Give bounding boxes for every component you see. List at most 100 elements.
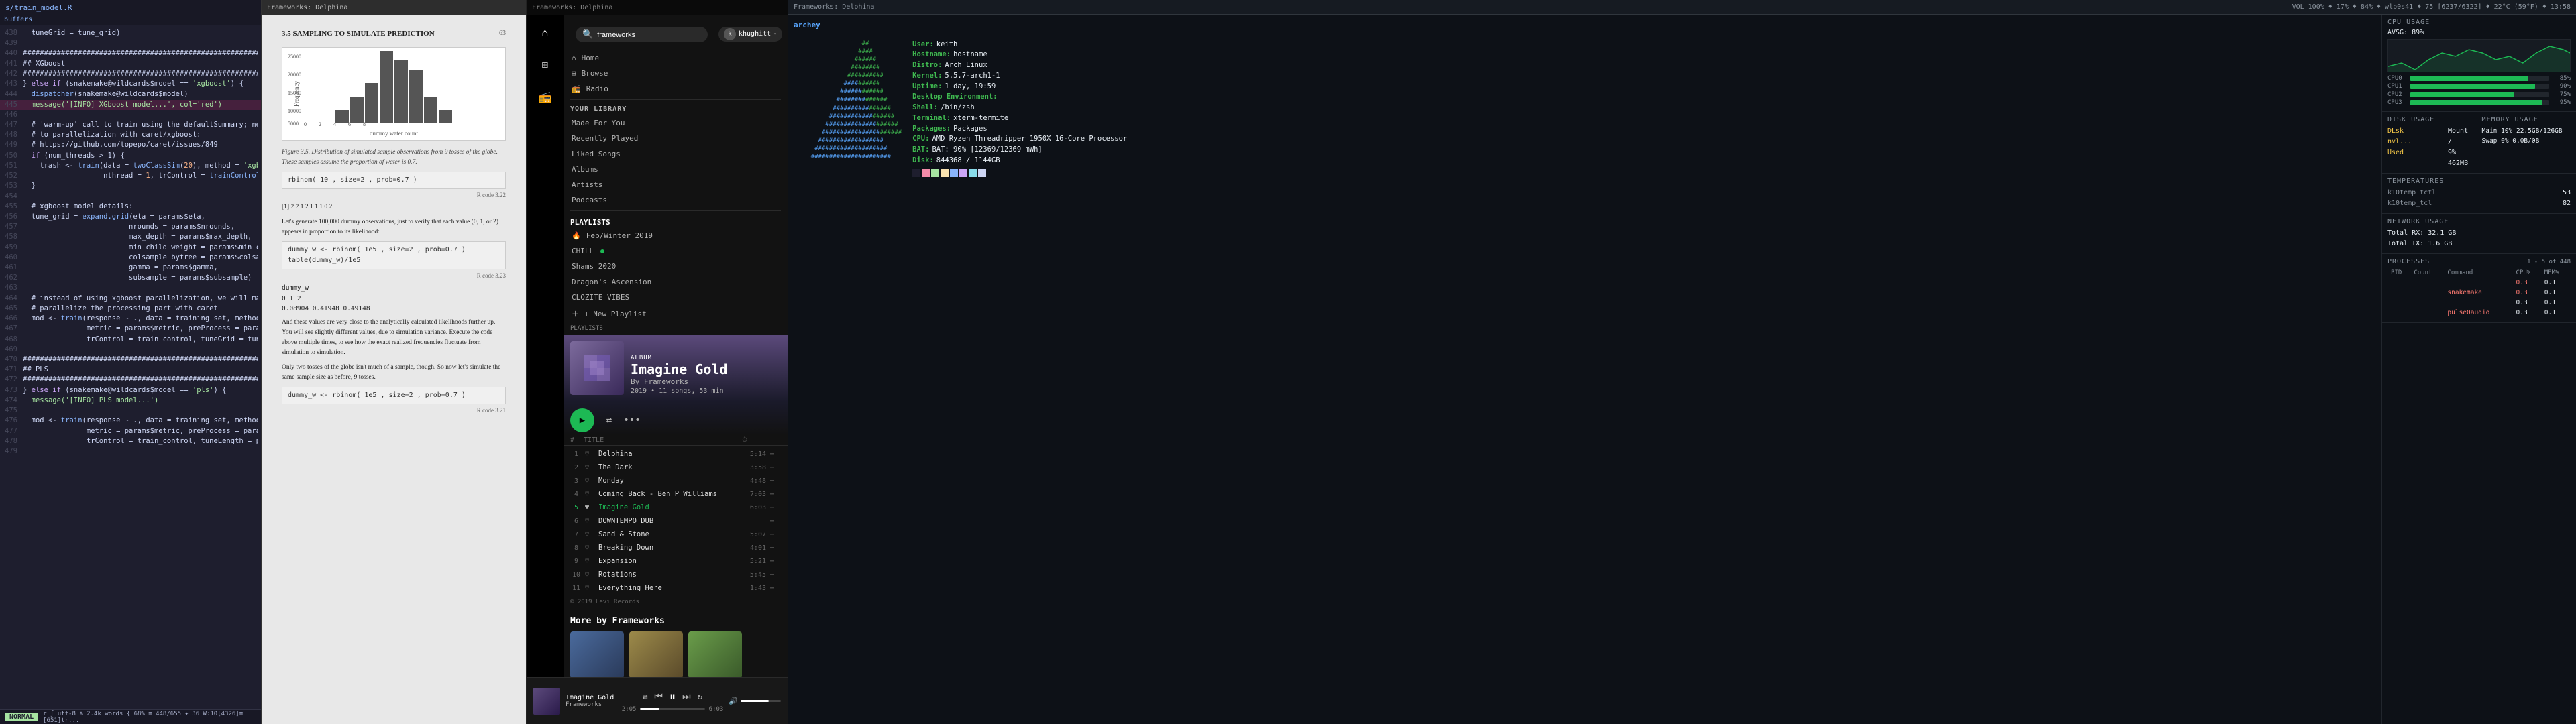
track-item[interactable]: 6♡DOWNTEMPO DUB⋯ bbox=[568, 514, 784, 528]
album-artist: By Frameworks bbox=[631, 377, 728, 386]
track-item-active[interactable]: 5♥Imagine Gold6:03⋯ bbox=[568, 501, 784, 514]
sysmon-title: Frameworks: Delphina bbox=[794, 3, 874, 11]
album-art bbox=[570, 341, 624, 395]
library-item-podcasts[interactable]: Podcasts bbox=[568, 192, 784, 208]
player-track-title: Imagine Gold bbox=[566, 694, 616, 701]
pdf-title: Frameworks: Delphina bbox=[267, 4, 347, 11]
sidebar-item-radio[interactable]: 📻 Radio bbox=[568, 81, 784, 97]
playlist-item-feb-winter[interactable]: 🔥 Feb/Winter 2019 bbox=[568, 228, 784, 243]
pdf-code-1: rbinom( 10 , size=2 , prob=0.7 ) bbox=[282, 172, 506, 189]
home-icon: ⌂ bbox=[572, 54, 576, 62]
more-button[interactable]: ••• bbox=[624, 412, 640, 428]
library-item-albums[interactable]: Albums bbox=[568, 162, 784, 177]
playlist-item-dragons[interactable]: Dragon's Ascension bbox=[568, 274, 784, 290]
library-item-recently-played[interactable]: Recently Played bbox=[568, 131, 784, 146]
prev-icon[interactable]: ⏮ bbox=[654, 691, 663, 702]
more-card[interactable] bbox=[629, 631, 683, 677]
pause-button[interactable]: ⏸ bbox=[669, 690, 676, 704]
new-playlist-button[interactable]: ＋ + New Playlist bbox=[568, 305, 784, 322]
more-card[interactable]: Delphina bbox=[570, 631, 624, 677]
col-num-header: # bbox=[570, 436, 584, 444]
editor-content[interactable]: 438 tuneGrid = tune_grid) 439 440#######… bbox=[0, 25, 261, 709]
track-item[interactable]: 11♡Everything Here1:43⋯ bbox=[568, 581, 784, 595]
sidebar-item-home[interactable]: ⌂ Home bbox=[568, 50, 784, 66]
more-card[interactable] bbox=[688, 631, 742, 677]
code-line: 479 bbox=[0, 446, 261, 457]
next-icon[interactable]: ⏭ bbox=[682, 691, 691, 702]
track-item[interactable]: 4♡Coming Back - Ben P Williams7:03⋯ bbox=[568, 487, 784, 501]
volume-fill bbox=[741, 700, 769, 702]
neofetch-info: User: keith Hostname: hostname Distro: A… bbox=[912, 40, 1127, 177]
network-rx: Total RX: 32.1 GB bbox=[2387, 228, 2571, 239]
time-current: 2:05 bbox=[622, 706, 637, 713]
library-item-artists[interactable]: Artists bbox=[568, 177, 784, 192]
more-card-art-2 bbox=[629, 631, 683, 677]
disk-mem-section: Disk Usage DLskMount nvl.../ Used9% 462M… bbox=[2382, 112, 2576, 174]
sidebar-item-browse[interactable]: ⊞ bbox=[535, 54, 556, 75]
track-item[interactable]: 1♡Delphina5:14⋯ bbox=[568, 447, 784, 461]
playlist-item-shams[interactable]: Shams 2020 bbox=[568, 259, 784, 274]
network-title: Network Usage bbox=[2387, 218, 2571, 225]
user-menu[interactable]: k khughitt ▾ bbox=[718, 27, 782, 42]
sidebar-item-browse[interactable]: ⊞ Browse bbox=[568, 66, 784, 81]
shuffle-icon[interactable]: ⇄ bbox=[643, 692, 647, 701]
disk-col: Disk Usage DLskMount nvl.../ Used9% 462M… bbox=[2387, 116, 2477, 169]
pdf-figure-caption: Figure 3.5. Distribution of simulated sa… bbox=[282, 147, 506, 168]
your-library-label: YOUR LIBRARY bbox=[564, 103, 788, 115]
color-box bbox=[941, 169, 949, 177]
sidebar-item-radio[interactable]: 📻 bbox=[535, 86, 556, 107]
progress-bar-area: 2:05 6:03 bbox=[622, 706, 724, 713]
dragons-label: Dragon's Ascension bbox=[572, 278, 651, 286]
pdf-content[interactable]: 3.5 SAMPLING TO SIMULATE PREDICTION 63 F… bbox=[262, 15, 526, 724]
repeat-icon[interactable]: ↻ bbox=[698, 692, 702, 701]
playlist-item-chill[interactable]: CHILL bbox=[568, 243, 784, 259]
color-box bbox=[969, 169, 977, 177]
new-playlist-label: + New Playlist bbox=[584, 310, 647, 318]
track-column-headers: # TITLE ⏱ bbox=[564, 435, 788, 446]
code-line: 468 trControl = train_control, tuneGrid … bbox=[0, 335, 261, 345]
track-item[interactable]: 9♡Expansion5:21⋯ bbox=[568, 554, 784, 568]
histogram-bar bbox=[394, 60, 408, 123]
search-input[interactable] bbox=[597, 31, 701, 39]
code-line: 449 # https://github.com/topepo/caret/is… bbox=[0, 140, 261, 150]
code-line: 450 if (num_threads > 1) { bbox=[0, 151, 261, 161]
terminal-area[interactable]: archey ## #### ###### ######## #########… bbox=[788, 15, 2381, 724]
green-dot-icon bbox=[600, 249, 604, 253]
album-hero: ALBUM Imagine Gold By Frameworks 2019 • … bbox=[564, 335, 788, 402]
sidebar-item-home[interactable]: ⌂ bbox=[535, 21, 556, 43]
neofetch-display: ## #### ###### ######## ########## #####… bbox=[794, 37, 2376, 180]
code-line: 446 bbox=[0, 110, 261, 120]
library-item-made-for-you[interactable]: Made For You bbox=[568, 115, 784, 131]
time-total: 6:03 bbox=[709, 706, 724, 713]
spotify-nav: ⌂ Home ⊞ Browse 📻 Radio bbox=[564, 50, 788, 97]
avatar: k bbox=[724, 28, 736, 40]
track-item[interactable]: 3♡Monday4:48⋯ bbox=[568, 474, 784, 487]
album-type-label: ALBUM bbox=[631, 355, 728, 361]
play-button[interactable]: ▶ bbox=[570, 408, 594, 432]
volume-bar[interactable] bbox=[741, 700, 781, 702]
track-item[interactable]: 8♡Breaking Down4:01⋯ bbox=[568, 541, 784, 554]
table-row: 0.3 0.1 bbox=[2389, 278, 2569, 287]
playlists-section-label: PLAYLISTS bbox=[564, 322, 788, 335]
pdf-r-code-label-1: R code 3.22 bbox=[282, 190, 506, 200]
code-line: 442#####################################… bbox=[0, 69, 261, 79]
track-item[interactable]: 10♡Rotations5:45⋯ bbox=[568, 568, 784, 581]
buffers-badge[interactable]: buffers bbox=[0, 15, 261, 25]
spotify-search-bar[interactable]: 🔍 bbox=[576, 27, 708, 42]
progress-bar[interactable] bbox=[640, 708, 704, 710]
spotify-content[interactable]: 🔍 k khughitt ▾ ⌂ Home ⊞ Browse bbox=[564, 15, 788, 677]
track-item[interactable]: 2♡The Dark3:58⋯ bbox=[568, 461, 784, 474]
code-line: 466 mod <- train(response ~ ., data = tr… bbox=[0, 314, 261, 324]
table-row: pulse0audio 0.3 0.1 bbox=[2389, 308, 2569, 317]
fire-icon: 🔥 bbox=[572, 231, 581, 240]
code-line: 455 # xgboost model details: bbox=[0, 202, 261, 212]
shuffle-button[interactable]: ⇄ bbox=[601, 412, 617, 428]
recently-played-label: Recently Played bbox=[572, 134, 638, 143]
code-line: 453 } bbox=[0, 181, 261, 191]
volume-icon[interactable]: 🔊 bbox=[729, 697, 738, 705]
playlist-item-clozite[interactable]: CLOZITE VIBES bbox=[568, 290, 784, 305]
cpu-bar-item: CPU0 85% bbox=[2387, 75, 2571, 82]
library-item-liked-songs[interactable]: Liked Songs bbox=[568, 146, 784, 162]
color-box bbox=[978, 169, 986, 177]
track-item[interactable]: 7♡Sand & Stone5:07⋯ bbox=[568, 528, 784, 541]
